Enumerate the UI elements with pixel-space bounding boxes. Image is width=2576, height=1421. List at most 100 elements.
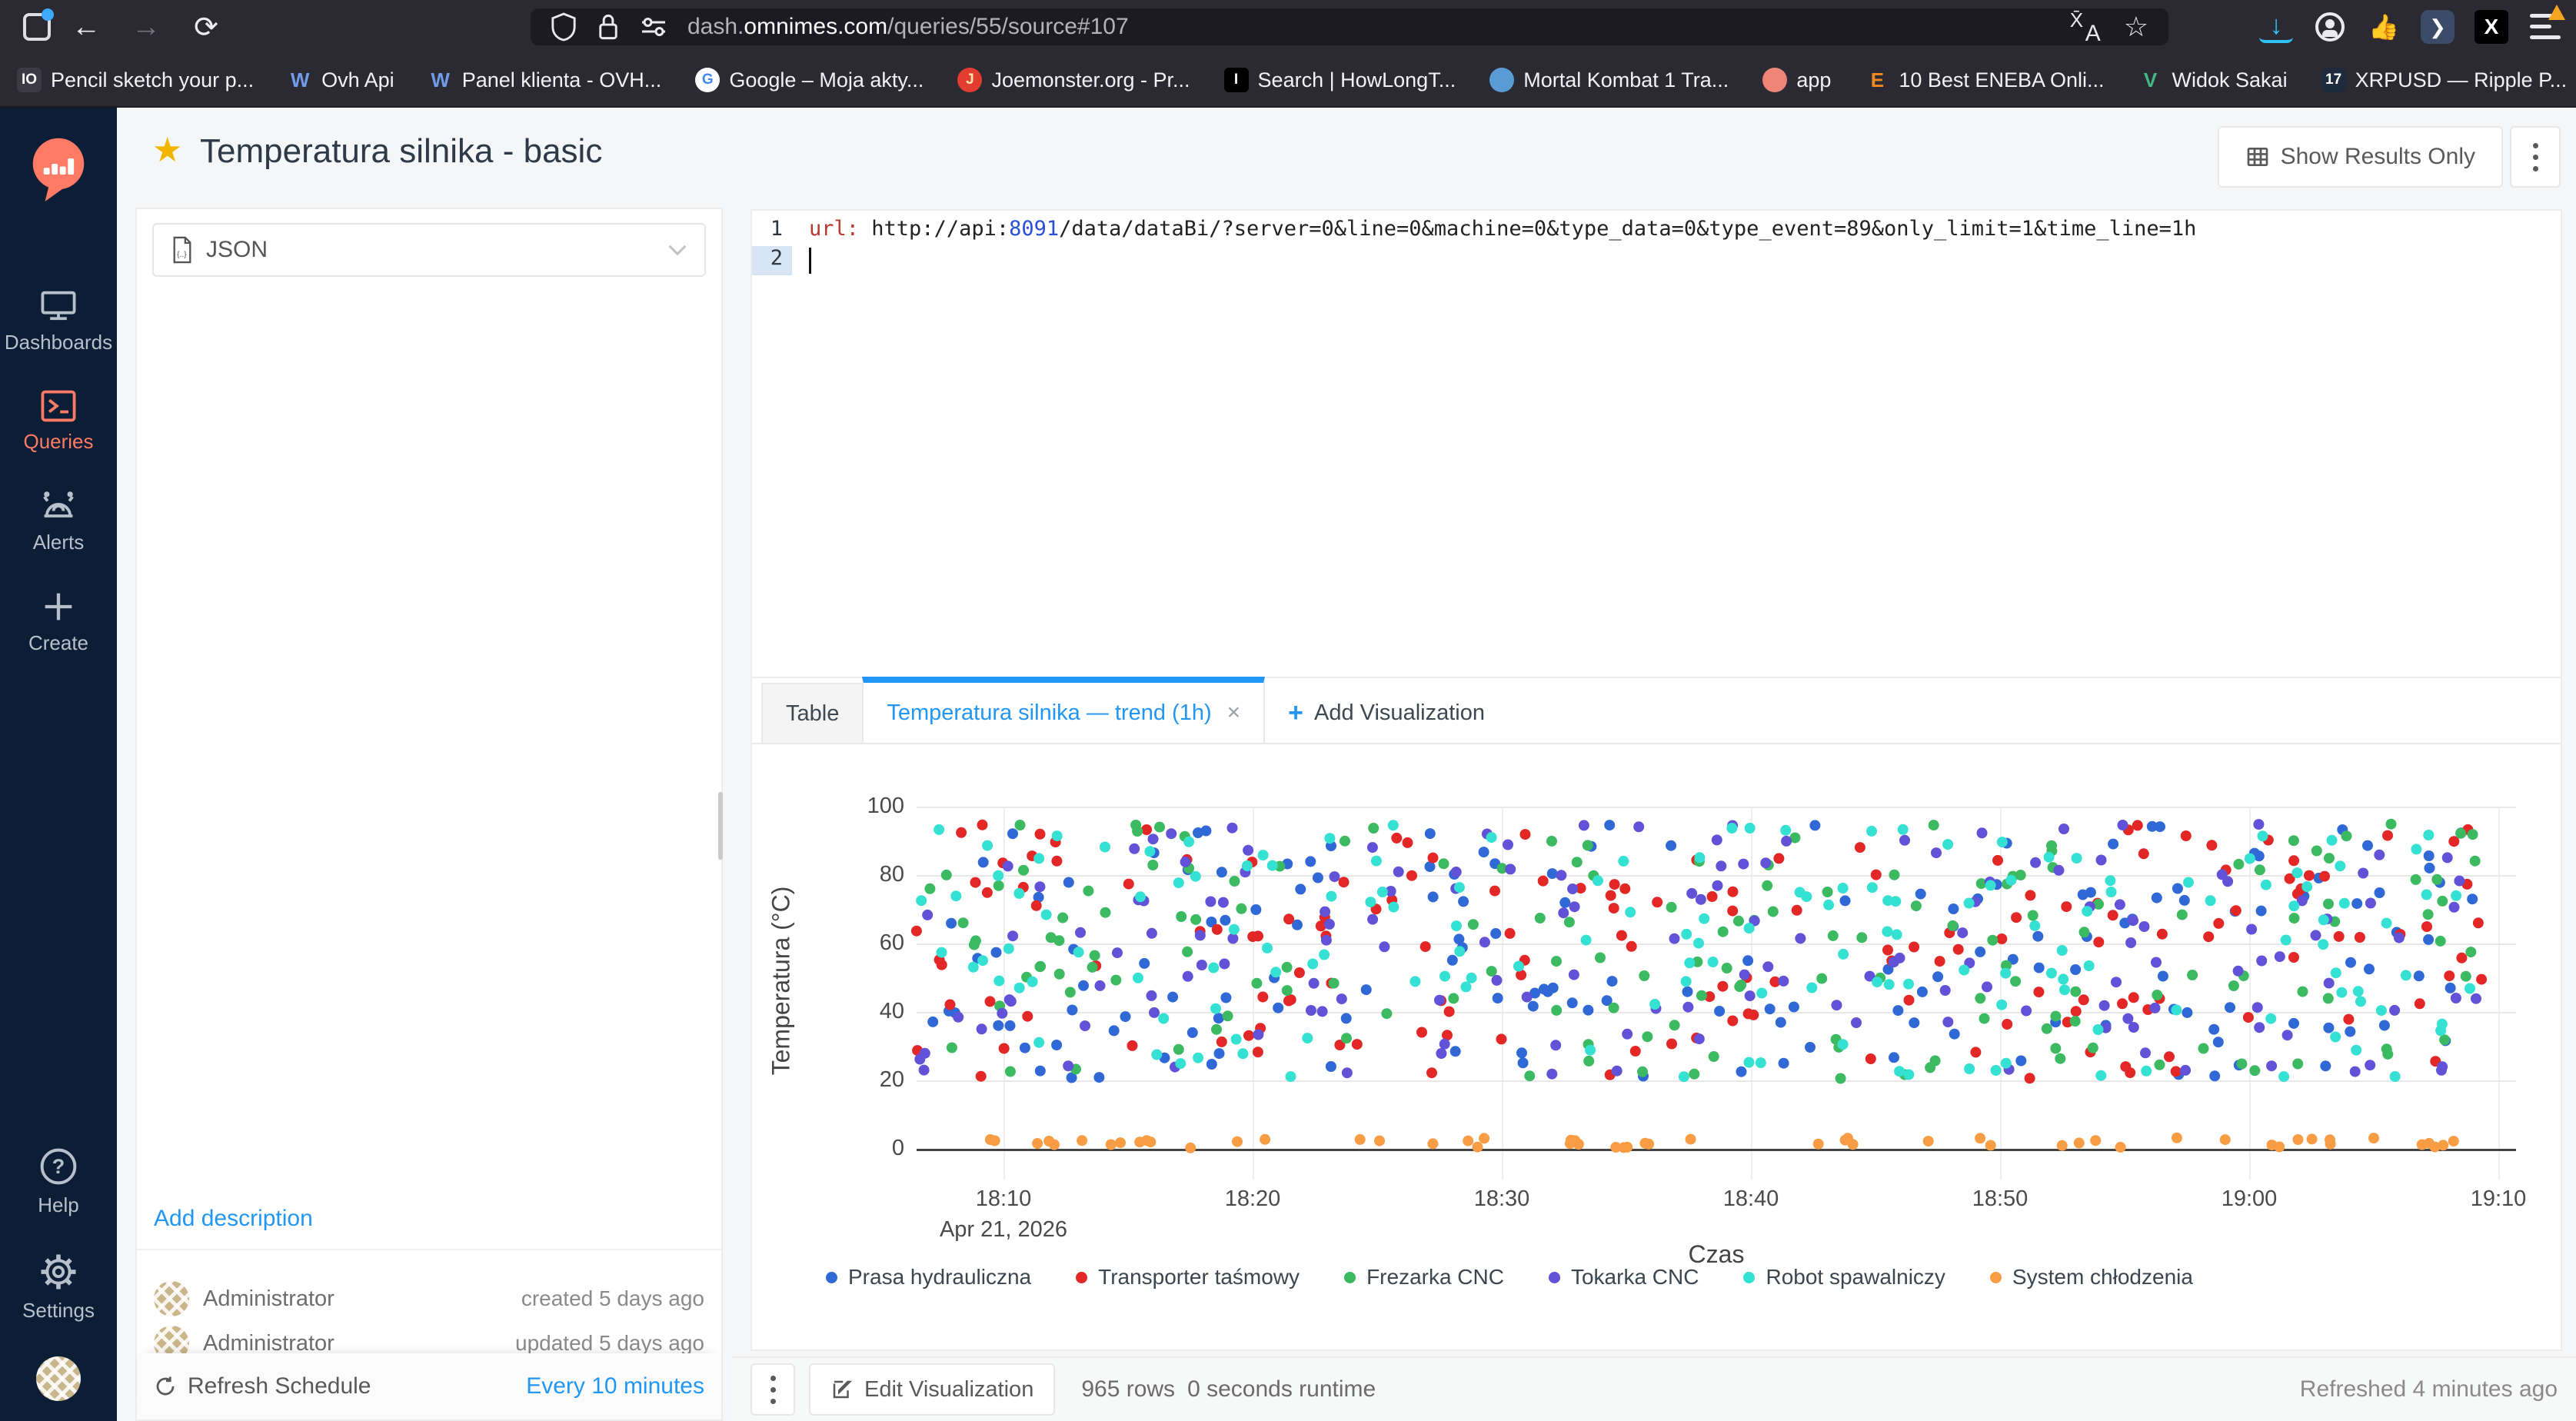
app-sidebar: Dashboards Queries Alerts Create ? bbox=[0, 108, 117, 1421]
bookmark-label: Joemonster.org - Pr... bbox=[991, 68, 1190, 92]
author-name: Administrator bbox=[203, 1286, 334, 1312]
notification-dot bbox=[42, 8, 54, 21]
user-avatar[interactable] bbox=[36, 1356, 81, 1401]
sidebar-item-label: Settings bbox=[22, 1299, 95, 1323]
text-cursor bbox=[809, 248, 811, 274]
back-button[interactable]: ← bbox=[62, 11, 111, 44]
results-footer: Edit Visualization 965 rows 0 seconds ru… bbox=[732, 1356, 2576, 1421]
scatter-points bbox=[752, 751, 2564, 1351]
downloads-icon[interactable]: ↓ bbox=[2259, 11, 2293, 43]
gear-icon bbox=[38, 1251, 79, 1293]
tab-temperatura-trend[interactable]: Temperatura silnika — trend (1h) × bbox=[862, 677, 1265, 743]
account-icon[interactable] bbox=[2313, 10, 2347, 44]
bookmark-favicon bbox=[1762, 68, 1787, 92]
bookmark-item[interactable]: WOvh Api bbox=[288, 68, 394, 92]
close-tab-icon[interactable]: × bbox=[1227, 700, 1241, 726]
results-card: Table Temperatura silnika — trend (1h) ×… bbox=[751, 677, 2562, 1351]
sidebar-item-label: Queries bbox=[23, 430, 93, 454]
updated-when: updated 5 days ago bbox=[515, 1331, 704, 1356]
favorite-star-icon[interactable]: ★ bbox=[152, 131, 182, 170]
sidebar-item-dashboards[interactable]: Dashboards bbox=[5, 288, 112, 354]
bookmark-item[interactable]: IOPencil sketch your p... bbox=[17, 68, 254, 92]
edit-visualization-button[interactable]: Edit Visualization bbox=[809, 1363, 1055, 1416]
bookmark-item[interactable]: E10 Best ENEBA Onli... bbox=[1865, 68, 2104, 92]
app-window: Dashboards Queries Alerts Create ? bbox=[0, 108, 2576, 1421]
bookmark-favicon: V bbox=[2138, 68, 2163, 92]
redash-logo[interactable] bbox=[26, 134, 91, 205]
sidebar-item-help[interactable]: ? Help bbox=[38, 1146, 79, 1217]
reload-button[interactable]: ⟳ bbox=[181, 10, 231, 45]
menu-alert-badge bbox=[2548, 5, 2565, 20]
extension-tile-icon[interactable]: ❯ bbox=[2421, 10, 2455, 44]
alarm-icon bbox=[38, 488, 78, 524]
table-grid-icon bbox=[2245, 145, 2270, 169]
refresh-icon bbox=[154, 1375, 177, 1398]
bookmark-favicon: E bbox=[1865, 68, 1889, 92]
line-number: 2 bbox=[752, 246, 792, 275]
monitor-icon bbox=[38, 288, 78, 324]
sidebar-item-create[interactable]: Create bbox=[5, 588, 112, 655]
bookmark-item[interactable]: V Widok Sakai bbox=[2138, 68, 2288, 92]
bookmark-item[interactable]: WPanel klienta - OVH... bbox=[428, 68, 662, 92]
bookmark-star-icon[interactable]: ☆ bbox=[2124, 11, 2148, 43]
bookmark-item[interactable]: app bbox=[1762, 68, 1831, 92]
sidebar-item-queries[interactable]: Queries bbox=[5, 388, 112, 454]
bookmark-item[interactable]: GGoogle – Moja akty... bbox=[695, 68, 924, 92]
rows-runtime-info: 965 rows 0 seconds runtime bbox=[1081, 1376, 1376, 1403]
refreshed-ago: Refreshed 4 minutes ago bbox=[2300, 1376, 2558, 1403]
chevron-down-icon bbox=[667, 243, 687, 257]
url-text[interactable]: dash.omnimes.com/queries/55/source#107 bbox=[687, 14, 1129, 40]
created-when: created 5 days ago bbox=[521, 1286, 704, 1311]
add-description-link[interactable]: Add description bbox=[154, 1206, 313, 1232]
scatter-chart[interactable]: Temperatura (°C) Czas Prasa hydrauliczna… bbox=[752, 751, 2564, 1351]
sidebar-item-settings[interactable]: Settings bbox=[22, 1251, 95, 1323]
svg-text:{..}: {..} bbox=[177, 251, 187, 259]
panel-resize-handle[interactable] bbox=[718, 792, 723, 860]
sidebar-item-label: Create bbox=[28, 631, 88, 655]
bookmark-label: Mortal Kombat 1 Tra... bbox=[1523, 68, 1729, 92]
x-extension-icon[interactable]: X bbox=[2474, 10, 2508, 44]
sidebar-tabs-icon[interactable] bbox=[23, 13, 51, 41]
show-results-only-button[interactable]: Show Results Only bbox=[2218, 126, 2503, 188]
bookmark-item[interactable]: 17 XRPUSD — Ripple P... bbox=[2321, 68, 2568, 92]
sidebar-item-alerts[interactable]: Alerts bbox=[5, 488, 112, 554]
bookmark-label: Panel klienta - OVH... bbox=[462, 68, 662, 92]
edit-pencil-icon bbox=[830, 1378, 854, 1401]
browser-toolbar: ← → ⟳ dash.omnimes.com/queries/55/source… bbox=[0, 0, 2576, 54]
visualization-tabs: Table Temperatura silnika — trend (1h) ×… bbox=[752, 678, 2561, 744]
bookmark-label: Widok Sakai bbox=[2172, 68, 2288, 92]
bookmark-item[interactable]: Mortal Kombat 1 Tra... bbox=[1489, 68, 1729, 92]
extension-thumb-icon[interactable]: 👍 bbox=[2367, 10, 2401, 44]
bookmark-favicon: G bbox=[695, 68, 720, 92]
results-menu-button[interactable] bbox=[751, 1363, 795, 1416]
url-bar[interactable]: dash.omnimes.com/queries/55/source#107 X… bbox=[531, 8, 2168, 45]
bookmark-item[interactable]: ISearch | HowLongT... bbox=[1224, 68, 1456, 92]
lock-icon bbox=[597, 12, 620, 42]
json-file-icon: {..} bbox=[171, 236, 194, 264]
add-visualization-button[interactable]: + Add Visualization bbox=[1265, 683, 1508, 743]
bookmark-item[interactable]: J Joemonster.org - Pr... bbox=[957, 68, 1190, 92]
bookmark-label: XRPUSD — Ripple P... bbox=[2355, 68, 2568, 92]
menu-icon[interactable] bbox=[2528, 10, 2562, 44]
line-number: 1 bbox=[752, 217, 792, 246]
tab-table[interactable]: Table bbox=[761, 683, 862, 743]
svg-text:?: ? bbox=[52, 1155, 65, 1178]
screen: ← → ⟳ dash.omnimes.com/queries/55/source… bbox=[0, 0, 2576, 1421]
help-icon: ? bbox=[38, 1146, 79, 1187]
refresh-schedule-value[interactable]: Every 10 minutes bbox=[526, 1373, 704, 1399]
permissions-icon[interactable] bbox=[640, 15, 667, 38]
forward-button[interactable]: → bbox=[121, 11, 171, 44]
plus-icon bbox=[38, 588, 78, 625]
page-title: Temperatura silnika - basic bbox=[200, 132, 602, 171]
divider bbox=[137, 1249, 721, 1250]
code-editor[interactable]: 1 url: http://api:8091/data/dataBi/?serv… bbox=[752, 211, 2561, 586]
datasource-select[interactable]: {..} JSON bbox=[152, 223, 706, 277]
bookmark-favicon: 17 bbox=[2321, 68, 2346, 92]
code-line-1: url: http://api:8091/data/dataBi/?server… bbox=[792, 217, 2196, 246]
query-menu-button[interactable] bbox=[2510, 126, 2561, 188]
runtime: 0 seconds runtime bbox=[1187, 1376, 1376, 1403]
sidebar-item-label: Dashboards bbox=[5, 331, 112, 354]
bookmark-favicon: J bbox=[957, 68, 982, 92]
created-meta-row: Administrator created 5 days ago bbox=[154, 1280, 704, 1318]
translate-icon[interactable]: X̄A bbox=[2070, 12, 2101, 42]
